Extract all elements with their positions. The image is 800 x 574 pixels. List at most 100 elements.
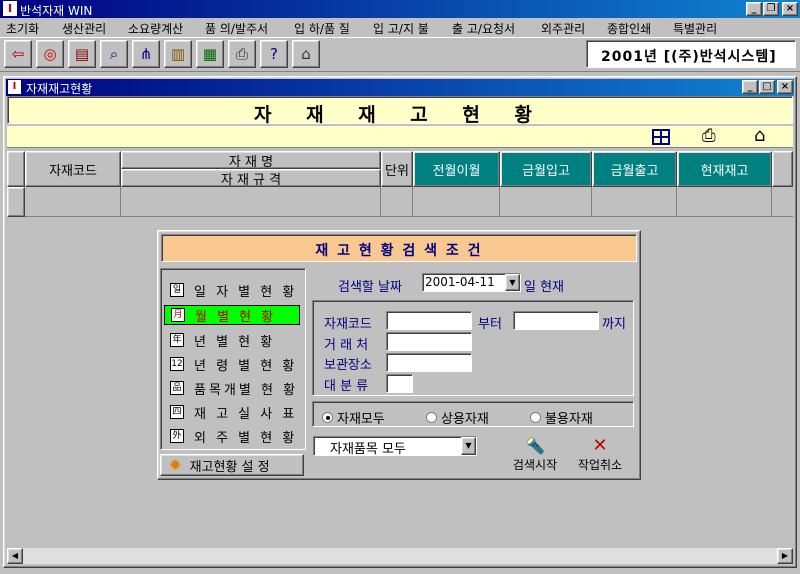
- app-title: 반석자재 WIN: [20, 4, 93, 18]
- print-icon[interactable]: ⎙: [702, 126, 716, 146]
- form-title-banner: 자 재 재 고 현 황: [7, 96, 793, 126]
- horizontal-scrollbar[interactable]: ◀ ▶: [7, 548, 793, 564]
- home-icon[interactable]: ⌂: [292, 40, 320, 68]
- aging-icon: 12: [170, 357, 184, 371]
- calculator-icon[interactable]: ▦: [196, 40, 224, 68]
- col-header-spec[interactable]: 자 재 규 격: [121, 169, 381, 188]
- grid-icon[interactable]: [652, 129, 670, 145]
- scroll-left-button[interactable]: ◀: [7, 548, 23, 564]
- menu-item-init[interactable]: 초기화: [6, 20, 39, 37]
- starburst-icon: ✹: [169, 456, 182, 474]
- menu-item-receiving[interactable]: 입 하/품 질: [294, 20, 350, 37]
- menu-item-outsourcing[interactable]: 외주관리: [541, 20, 585, 37]
- item-icon: 品: [170, 381, 184, 395]
- child-maximize-button[interactable]: □: [759, 80, 775, 94]
- inventory-icon: 四: [170, 405, 184, 419]
- child-title: 자재재고현황: [26, 82, 93, 96]
- close-button[interactable]: ×: [782, 2, 798, 16]
- code-label: 자재코드: [324, 317, 372, 332]
- report-monthly[interactable]: 月월 별 현 황: [164, 305, 300, 325]
- radio-all-materials[interactable]: 자재모두: [322, 408, 385, 427]
- category-label: 대 분 류: [324, 379, 369, 394]
- grid-corner: [7, 151, 25, 187]
- radio-selected-icon: [322, 412, 333, 423]
- form-subbar: [7, 126, 793, 148]
- lifebuoy-icon[interactable]: ◎: [36, 40, 64, 68]
- code-to-input[interactable]: [513, 311, 599, 330]
- cancel-job-button[interactable]: ✕ 작업취소: [570, 436, 630, 476]
- monthly-icon: 月: [171, 308, 185, 322]
- date-select[interactable]: 2001-04-11 ▼: [422, 273, 521, 292]
- company-label: 2001년 [(주)반석시스템]: [586, 40, 796, 68]
- menu-bar: 초기화 생산관리 소요량계산 품 의/발주서 입 하/품 질 입 고/지 불 출…: [0, 18, 800, 37]
- report-yearly[interactable]: 年년 별 현 황: [164, 330, 300, 350]
- col-header-month-in[interactable]: 금월입고: [500, 151, 592, 187]
- search-dialog-header: 재 고 현 황 검 색 조 건: [161, 234, 637, 262]
- data-grid: 자재코드 자 재 명 자 재 규 격 단위 전월이월 금월입고 금월출고 현재재…: [7, 151, 793, 217]
- report-daily[interactable]: 일일 자 별 현 황: [164, 280, 300, 300]
- app-titlebar: I 반석자재 WIN _ ❐ ×: [0, 0, 800, 18]
- ledger-icon[interactable]: ▥: [164, 40, 192, 68]
- report-outsourcing[interactable]: 外외 주 별 현 황: [164, 426, 300, 446]
- code-from-input[interactable]: [386, 311, 472, 330]
- storage-label: 보관장소: [324, 358, 372, 373]
- col-header-stock[interactable]: 현재재고: [677, 151, 772, 187]
- menu-item-stock-in[interactable]: 입 고/지 불: [373, 20, 429, 37]
- stock-settings-button[interactable]: ✹ 재고현황 설 정: [160, 454, 304, 476]
- menu-item-special[interactable]: 특별관리: [673, 20, 717, 37]
- minimize-button[interactable]: _: [746, 2, 762, 16]
- menu-item-order[interactable]: 품 의/발주서: [205, 20, 268, 37]
- printer-icon[interactable]: ⎙: [228, 40, 256, 68]
- menu-item-stock-out[interactable]: 출 고/요청서: [452, 20, 515, 37]
- outsourcing-icon: 外: [170, 429, 184, 443]
- exit-icon[interactable]: ⇦: [4, 40, 32, 68]
- form-title: 자 재 재 고 현 황: [254, 104, 546, 126]
- close-icon: ✕: [592, 435, 608, 456]
- to-label: 까지: [602, 317, 626, 332]
- category-input[interactable]: [386, 374, 413, 393]
- vendor-label: 거 래 처: [324, 338, 369, 353]
- col-header-month-out[interactable]: 금월출고: [592, 151, 677, 187]
- home-small-icon[interactable]: ⌂: [754, 125, 765, 146]
- flashlight-icon: 🔦: [525, 436, 545, 455]
- radio-used-materials[interactable]: 상용자재: [426, 408, 489, 427]
- search-doc-icon[interactable]: ⌕: [100, 40, 128, 68]
- child-close-button[interactable]: ×: [777, 80, 793, 94]
- table-row[interactable]: [25, 187, 793, 217]
- child-titlebar: I 자재재고현황 _ □ ×: [6, 79, 794, 96]
- radio-icon: [530, 412, 541, 423]
- report-aging[interactable]: 12 년 령 별 현 황: [164, 354, 300, 374]
- report-inventory-count[interactable]: 四재 고 실 사 표: [164, 402, 300, 422]
- book-icon[interactable]: ▤: [68, 40, 96, 68]
- child-logo-icon: I: [8, 80, 21, 94]
- help-icon[interactable]: ?: [260, 40, 288, 68]
- vendor-input[interactable]: [386, 332, 472, 351]
- app-logo-icon: I: [3, 1, 17, 16]
- item-category-select[interactable]: 자재품목 모두 ▼: [313, 436, 477, 457]
- chevron-down-icon[interactable]: ▼: [461, 437, 476, 455]
- col-header-code[interactable]: 자재코드: [25, 151, 121, 187]
- from-label: 부터: [478, 317, 502, 332]
- child-minimize-button[interactable]: _: [742, 80, 758, 94]
- radio-unused-materials[interactable]: 불용자재: [530, 408, 593, 427]
- yearly-icon: 年: [170, 333, 184, 347]
- menu-item-production[interactable]: 생산관리: [62, 20, 106, 37]
- col-header-prev-month[interactable]: 전월이월: [413, 151, 500, 187]
- radio-icon: [426, 412, 437, 423]
- report-by-item[interactable]: 品 품목개별 현 황: [164, 378, 300, 398]
- restore-button[interactable]: ❐: [763, 2, 779, 16]
- network-icon[interactable]: ⋔: [132, 40, 160, 68]
- daily-icon: 일: [170, 283, 184, 297]
- row-selector[interactable]: [7, 187, 25, 217]
- scroll-right-button[interactable]: ▶: [777, 548, 793, 564]
- storage-input[interactable]: [386, 353, 472, 372]
- search-start-button[interactable]: 🔦 검색시작: [506, 436, 564, 476]
- date-suffix: 일 현재: [524, 280, 565, 295]
- menu-item-requirement[interactable]: 소요량계산: [128, 20, 183, 37]
- date-label: 검색할 날짜: [338, 280, 402, 295]
- col-header-extra: [772, 151, 793, 187]
- menu-item-print[interactable]: 종합인쇄: [607, 20, 651, 37]
- col-header-name[interactable]: 자 재 명: [121, 151, 381, 170]
- chevron-down-icon[interactable]: ▼: [505, 274, 520, 291]
- col-header-unit[interactable]: 단위: [381, 151, 413, 187]
